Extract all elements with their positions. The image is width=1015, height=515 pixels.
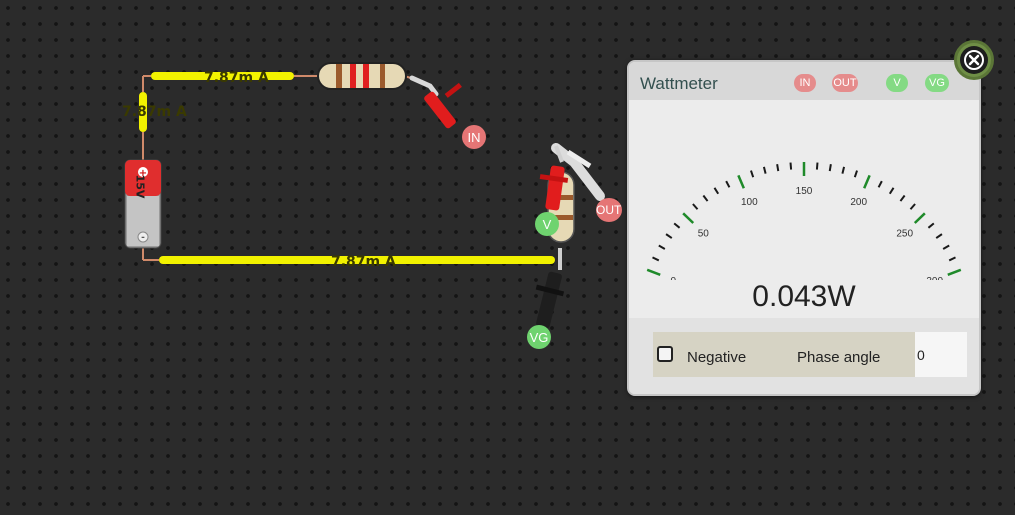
gauge-minor-tick bbox=[776, 164, 780, 172]
gauge-minor-tick bbox=[815, 162, 819, 170]
battery-icon[interactable]: + - bbox=[124, 159, 162, 249]
gauge-minor-tick bbox=[652, 256, 660, 262]
gauge-major-tick bbox=[863, 174, 871, 189]
gauge-minor-tick bbox=[673, 222, 681, 229]
probe-out-tag[interactable]: OUT bbox=[596, 198, 622, 222]
negative-label: Negative bbox=[687, 349, 747, 366]
resistor-icon[interactable] bbox=[317, 62, 407, 90]
close-icon bbox=[960, 46, 988, 74]
phase-angle-input[interactable] bbox=[915, 332, 967, 377]
gauge-minor-tick bbox=[762, 166, 767, 174]
gauge-scale-label: 100 bbox=[741, 197, 758, 208]
wattmeter-controls: Negative Phase angle bbox=[629, 318, 979, 394]
probe-vg-tag[interactable]: VG bbox=[527, 325, 551, 349]
gauge-minor-tick bbox=[927, 222, 935, 229]
wattmeter-header[interactable]: Wattmeter IN OUT V VG bbox=[629, 62, 979, 100]
gauge-minor-tick bbox=[877, 180, 883, 188]
gauge-minor-tick bbox=[750, 170, 755, 178]
wire-current-label-top: 7.87m A bbox=[204, 70, 269, 86]
wire-current-label-left: 7.87m A bbox=[122, 104, 187, 120]
terminal-in[interactable]: IN bbox=[794, 74, 816, 92]
gauge-minor-tick bbox=[665, 233, 673, 239]
svg-text:-: - bbox=[141, 233, 145, 243]
wattmeter-title: Wattmeter bbox=[640, 74, 718, 93]
gauge-minor-tick bbox=[828, 164, 832, 172]
negative-checkbox[interactable] bbox=[657, 346, 673, 362]
terminal-v[interactable]: V bbox=[886, 74, 908, 92]
gauge-major-tick bbox=[646, 268, 661, 276]
gauge-minor-tick bbox=[935, 233, 943, 239]
power-reading: 0.043W bbox=[752, 280, 856, 313]
probe-in[interactable] bbox=[409, 75, 462, 129]
wire-current-label-bottom: 7.87m A bbox=[331, 254, 396, 270]
gauge-scale-label: 200 bbox=[850, 197, 867, 208]
gauge-minor-tick bbox=[888, 187, 895, 195]
gauge-minor-tick bbox=[909, 203, 916, 210]
gauge-major-tick bbox=[737, 174, 745, 189]
power-gauge: 050100150200250300 bbox=[646, 162, 962, 280]
gauge-scale-label: 150 bbox=[796, 186, 813, 197]
gauge-minor-tick bbox=[942, 244, 950, 250]
gauge-scale-label: 250 bbox=[896, 229, 913, 240]
terminal-out[interactable]: OUT bbox=[832, 74, 858, 92]
wattmeter-panel[interactable]: Wattmeter IN OUT V VG 050100150200250300… bbox=[627, 60, 981, 396]
gauge-major-tick bbox=[913, 212, 926, 224]
probe-in-tag[interactable]: IN bbox=[462, 125, 486, 149]
phase-angle-label: Phase angle bbox=[797, 349, 881, 366]
probe-v-tag[interactable]: V bbox=[535, 212, 559, 236]
gauge-minor-tick bbox=[713, 187, 720, 195]
gauge-scale-label: 50 bbox=[698, 229, 710, 240]
gauge-minor-tick bbox=[789, 162, 793, 170]
gauge-minor-tick bbox=[702, 194, 709, 202]
terminal-vg[interactable]: VG bbox=[925, 74, 949, 92]
battery-voltage-label: 15V bbox=[133, 174, 147, 199]
gauge-minor-tick bbox=[692, 203, 699, 210]
gauge-minor-tick bbox=[658, 244, 666, 250]
gauge-minor-tick bbox=[725, 180, 731, 188]
gauge-minor-tick bbox=[899, 194, 906, 202]
gauge-major-tick bbox=[947, 268, 962, 276]
gauge-minor-tick bbox=[841, 166, 846, 174]
close-button[interactable] bbox=[954, 40, 994, 80]
gauge-minor-tick bbox=[948, 256, 956, 262]
gauge-minor-tick bbox=[853, 170, 858, 178]
gauge-major-tick bbox=[682, 212, 695, 224]
